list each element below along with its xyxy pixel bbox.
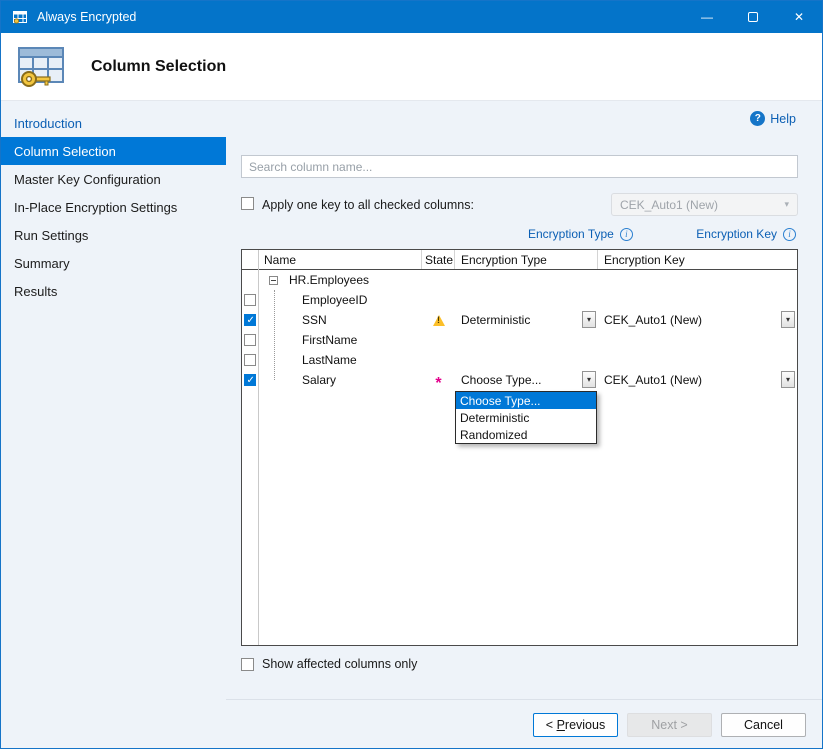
- maximize-button[interactable]: [730, 1, 776, 33]
- maximize-icon: [748, 12, 758, 22]
- encryption-key-dropdown-button[interactable]: ▾: [781, 371, 795, 388]
- cancel-button[interactable]: Cancel: [721, 713, 806, 737]
- apply-one-key-label: Apply one key to all checked columns:: [262, 198, 474, 212]
- tree-guide-line: [274, 290, 275, 380]
- encryption-type-value: Choose Type...: [461, 373, 542, 387]
- encryption-type-dropdown-button[interactable]: ▾: [582, 371, 596, 388]
- encryption-type-link[interactable]: Encryption Type i: [528, 227, 633, 241]
- dropdown-option-randomized[interactable]: Randomized: [456, 426, 596, 443]
- grid-header-encryption-key: Encryption Key: [598, 250, 797, 269]
- help-icon: ?: [750, 111, 765, 126]
- table-group-label: HR.Employees: [289, 273, 369, 287]
- help-link[interactable]: ? Help: [750, 111, 796, 126]
- window-title: Always Encrypted: [37, 10, 136, 24]
- column-name: SSN: [258, 313, 327, 327]
- encryption-type-open-dropdown: Choose Type... Deterministic Randomized: [455, 391, 597, 444]
- warning-icon: [433, 315, 445, 326]
- column-checkbox-employeeid[interactable]: [244, 294, 256, 306]
- encryption-key-link-label: Encryption Key: [696, 227, 777, 241]
- wizard-header: Column Selection: [1, 33, 822, 101]
- apply-key-dropdown-value: CEK_Auto1 (New): [620, 198, 718, 212]
- table-row-hr-employees[interactable]: HR.Employees: [242, 270, 797, 290]
- grid-header-checkbox-column: [242, 250, 258, 269]
- minimize-button[interactable]: —: [684, 1, 730, 33]
- next-button[interactable]: Next >: [627, 713, 712, 737]
- footer-divider: [226, 699, 822, 700]
- table-key-icon: [15, 44, 67, 90]
- sidebar-item-in-place-encryption-settings[interactable]: In-Place Encryption Settings: [1, 193, 226, 221]
- encryption-key-value: CEK_Auto1 (New): [604, 373, 702, 387]
- sidebar-item-run-settings[interactable]: Run Settings: [1, 221, 226, 249]
- close-button[interactable]: ✕: [776, 1, 822, 33]
- window-controls: — ✕: [684, 1, 822, 33]
- required-asterisk-icon: *: [435, 379, 441, 389]
- collapse-expander-icon[interactable]: [269, 276, 278, 285]
- grid-header-encryption-type: Encryption Type: [455, 250, 598, 269]
- column-checkbox-salary[interactable]: [244, 374, 256, 386]
- table-row-firstname[interactable]: FirstName: [242, 330, 797, 350]
- show-affected-row: Show affected columns only: [241, 657, 417, 671]
- grid-header-name: Name: [258, 250, 422, 269]
- column-checkbox-ssn[interactable]: [244, 314, 256, 326]
- page-title: Column Selection: [91, 58, 226, 76]
- encryption-type-link-label: Encryption Type: [528, 227, 614, 241]
- apply-one-key-checkbox[interactable]: [241, 197, 254, 210]
- encryption-type-dropdown-button[interactable]: ▾: [582, 311, 596, 328]
- encryption-type-value: Deterministic: [461, 313, 530, 327]
- previous-button[interactable]: < Previous: [533, 713, 618, 737]
- column-checkbox-lastname[interactable]: [244, 354, 256, 366]
- table-row-lastname[interactable]: LastName: [242, 350, 797, 370]
- grid-header-row: Name State Encryption Type Encryption Ke…: [242, 250, 797, 270]
- search-column-input[interactable]: [241, 155, 798, 178]
- sidebar-item-master-key-configuration[interactable]: Master Key Configuration: [1, 165, 226, 193]
- column-name: FirstName: [258, 333, 357, 347]
- column-name: Salary: [258, 373, 336, 387]
- sidebar-item-column-selection[interactable]: Column Selection: [1, 137, 226, 165]
- wizard-buttons: < Previous Next > Cancel: [533, 713, 806, 737]
- titlebar: Always Encrypted — ✕: [1, 1, 822, 33]
- show-affected-checkbox[interactable]: [241, 658, 254, 671]
- info-icon[interactable]: i: [620, 228, 633, 241]
- wizard-steps-sidebar: Introduction Column Selection Master Key…: [1, 101, 226, 748]
- sidebar-item-summary[interactable]: Summary: [1, 249, 226, 277]
- sidebar-item-introduction[interactable]: Introduction: [1, 109, 226, 137]
- encryption-key-link[interactable]: Encryption Key i: [696, 227, 796, 241]
- info-icon[interactable]: i: [783, 228, 796, 241]
- dropdown-option-deterministic[interactable]: Deterministic: [456, 409, 596, 426]
- app-icon: [12, 9, 28, 25]
- encryption-key-value: CEK_Auto1 (New): [604, 313, 702, 327]
- dropdown-option-choose-type[interactable]: Choose Type...: [456, 392, 596, 409]
- table-row-salary[interactable]: Salary * Choose Type... ▾ CEK_Auto1 (New…: [242, 370, 797, 390]
- encryption-key-dropdown-button[interactable]: ▾: [781, 311, 795, 328]
- always-encrypted-wizard-window: Always Encrypted — ✕ Column Selection: [0, 0, 823, 749]
- table-row-ssn[interactable]: SSN Deterministic ▾ CEK_Auto1 (New) ▾: [242, 310, 797, 330]
- column-name: LastName: [258, 353, 357, 367]
- grid-header-state: State: [422, 250, 455, 269]
- help-label: Help: [770, 112, 796, 126]
- sidebar-item-results[interactable]: Results: [1, 277, 226, 305]
- show-affected-label: Show affected columns only: [262, 657, 417, 671]
- chevron-down-icon: ▾: [784, 199, 789, 210]
- columns-grid: Name State Encryption Type Encryption Ke…: [241, 249, 798, 646]
- wizard-body: Introduction Column Selection Master Key…: [1, 101, 822, 748]
- table-row-employeeid[interactable]: EmployeeID: [242, 290, 797, 310]
- column-selection-content: ? Help Apply one key to all checked colu…: [226, 101, 822, 748]
- column-checkbox-firstname[interactable]: [244, 334, 256, 346]
- apply-key-dropdown[interactable]: CEK_Auto1 (New) ▾: [611, 193, 798, 216]
